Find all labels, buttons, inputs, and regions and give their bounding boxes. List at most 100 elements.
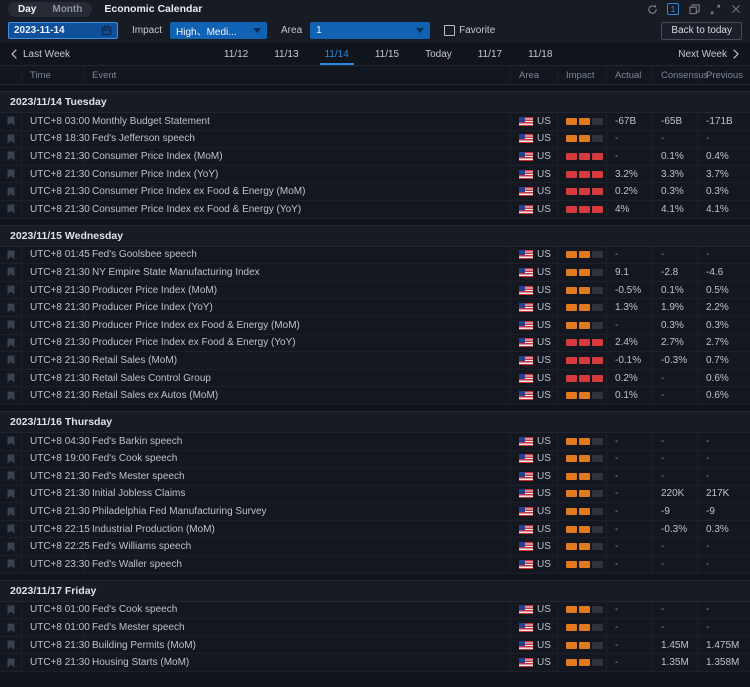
area-label: US [537,319,551,331]
us-flag-icon [519,542,533,552]
impact-segment [592,490,603,498]
weeknav-day-11-18[interactable]: 11/18 [515,43,565,65]
bookmark-icon[interactable] [7,542,15,552]
weeknav-day-11-17[interactable]: 11/17 [465,43,515,65]
event-row[interactable]: UTC+8 21:30 Retail Sales Control Group U… [0,369,750,388]
bookmark-icon[interactable] [7,559,15,569]
consensus-value: 0.3% [661,186,684,198]
bookmark-icon[interactable] [7,507,15,517]
event-row[interactable]: UTC+8 18:30 Fed's Jefferson speech US - … [0,130,750,149]
weeknav-day-11-15[interactable]: 11/15 [362,43,412,65]
us-flag-icon [519,391,533,401]
bookmark-icon[interactable] [7,285,15,295]
impact-segment [579,472,590,480]
date-picker[interactable]: 2023-11-14 [8,22,118,39]
area-label: US [537,168,551,180]
bookmark-icon[interactable] [7,640,15,650]
event-row[interactable]: UTC+8 21:30 Consumer Price Index (MoM) U… [0,148,750,166]
event-name: NY Empire State Manufacturing Index [92,266,260,278]
event-row[interactable]: UTC+8 19:00 Fed's Cook speech US - - - [0,450,750,469]
bookmark-icon[interactable] [7,623,15,633]
event-row[interactable]: UTC+8 21:30 Fed's Mester speech US - - - [0,468,750,486]
event-row[interactable]: UTC+8 21:30 Philadelphia Fed Manufacturi… [0,503,750,521]
weeknav-day-today[interactable]: Today [412,43,465,65]
consensus-value: 4.1% [661,203,684,215]
bookmark-icon[interactable] [7,116,15,126]
event-row[interactable]: UTC+8 01:00 Fed's Mester speech US - - - [0,619,750,637]
window-number-badge[interactable]: 1 [667,3,679,15]
bookmark-icon[interactable] [7,169,15,179]
bookmark-icon[interactable] [7,250,15,260]
back-to-today-button[interactable]: Back to today [661,21,742,40]
bookmark-icon[interactable] [7,187,15,197]
impact-segment [592,472,603,480]
bookmark-icon[interactable] [7,338,15,348]
impact-filter-dropdown[interactable]: High、Medi... [170,22,268,39]
bookmark-icon[interactable] [7,658,15,668]
event-row[interactable]: UTC+8 22:15 Industrial Production (MoM) … [0,520,750,539]
impact-segment [566,659,577,667]
event-row[interactable]: UTC+8 01:00 Fed's Cook speech US - - - [0,601,750,620]
refresh-icon[interactable] [646,3,658,15]
event-row[interactable]: UTC+8 21:30 Consumer Price Index (YoY) U… [0,165,750,184]
event-row[interactable]: UTC+8 21:30 Housing Starts (MoM) US - 1.… [0,654,750,673]
bookmark-icon[interactable] [7,355,15,365]
favorite-checkbox[interactable] [444,25,456,36]
event-row[interactable]: UTC+8 21:30 Initial Jobless Claims US - … [0,485,750,504]
bookmark-icon[interactable] [7,373,15,383]
bookmark-icon[interactable] [7,605,15,615]
date-section-header: 2023/11/15 Wednesday [0,224,750,247]
event-row[interactable]: UTC+8 21:30 Consumer Price Index ex Food… [0,200,750,219]
event-area: US [511,201,558,218]
actual-value: - [615,150,619,162]
event-row[interactable]: UTC+8 21:30 Retail Sales ex Autos (MoM) … [0,387,750,405]
bookmark-icon[interactable] [7,489,15,499]
weeknav-day-11-14[interactable]: 11/14 [312,43,362,65]
previous-value: - [706,604,710,616]
event-row[interactable]: UTC+8 21:30 NY Empire State Manufacturin… [0,264,750,282]
bookmark-icon[interactable] [7,134,15,144]
tab-month[interactable]: Month [44,3,90,16]
bookmark-icon[interactable] [7,267,15,277]
previous-value: - [706,249,710,261]
us-flag-icon [519,507,533,517]
event-row[interactable]: UTC+8 01:45 Fed's Goolsbee speech US - -… [0,246,750,265]
event-row[interactable]: UTC+8 21:30 Building Permits (MoM) US - … [0,636,750,655]
event-row[interactable]: UTC+8 21:30 Retail Sales (MoM) US -0.1% … [0,352,750,370]
bookmark-icon[interactable] [7,303,15,313]
event-row[interactable]: UTC+8 21:30 Producer Price Index ex Food… [0,334,750,353]
event-row[interactable]: UTC+8 22:25 Fed's Williams speech US - -… [0,538,750,557]
area-filter-dropdown[interactable]: 1 [310,22,431,39]
event-row[interactable]: UTC+8 21:30 Producer Price Index (YoY) U… [0,299,750,317]
bookmark-icon[interactable] [7,151,15,161]
event-row[interactable]: UTC+8 21:30 Consumer Price Index ex Food… [0,183,750,201]
event-area: US [511,486,558,503]
event-time: UTC+8 21:30 [30,203,90,215]
duplicate-window-icon[interactable] [688,3,700,15]
event-row[interactable]: UTC+8 04:30 Fed's Barkin speech US - - - [0,432,750,451]
expand-icon[interactable] [709,3,721,15]
bookmark-icon[interactable] [7,204,15,214]
us-flag-icon [519,524,533,534]
previous-value: 0.3% [706,186,729,198]
favorite-filter[interactable]: Favorite [444,25,495,36]
weeknav-day-11-12[interactable]: 11/12 [211,43,261,65]
bookmark-icon[interactable] [7,471,15,481]
area-label: US [537,249,551,261]
tab-day[interactable]: Day [10,3,44,16]
bookmark-icon[interactable] [7,320,15,330]
last-week-button[interactable]: Last Week [10,49,70,60]
weeknav-day-11-13[interactable]: 11/13 [261,43,311,65]
bookmark-icon[interactable] [7,391,15,401]
area-label: US [537,150,551,162]
event-row[interactable]: UTC+8 21:30 Producer Price Index (MoM) U… [0,281,750,300]
bookmark-icon[interactable] [7,524,15,534]
event-row[interactable]: UTC+8 21:30 Producer Price Index ex Food… [0,316,750,335]
previous-value: 0.4% [706,150,729,162]
event-row[interactable]: UTC+8 23:30 Fed's Waller speech US - - - [0,556,750,574]
bookmark-icon[interactable] [7,436,15,446]
close-icon[interactable] [730,3,742,15]
event-row[interactable]: UTC+8 03:00 Monthly Budget Statement US … [0,113,750,131]
impact-segment [592,374,603,382]
bookmark-icon[interactable] [7,454,15,464]
